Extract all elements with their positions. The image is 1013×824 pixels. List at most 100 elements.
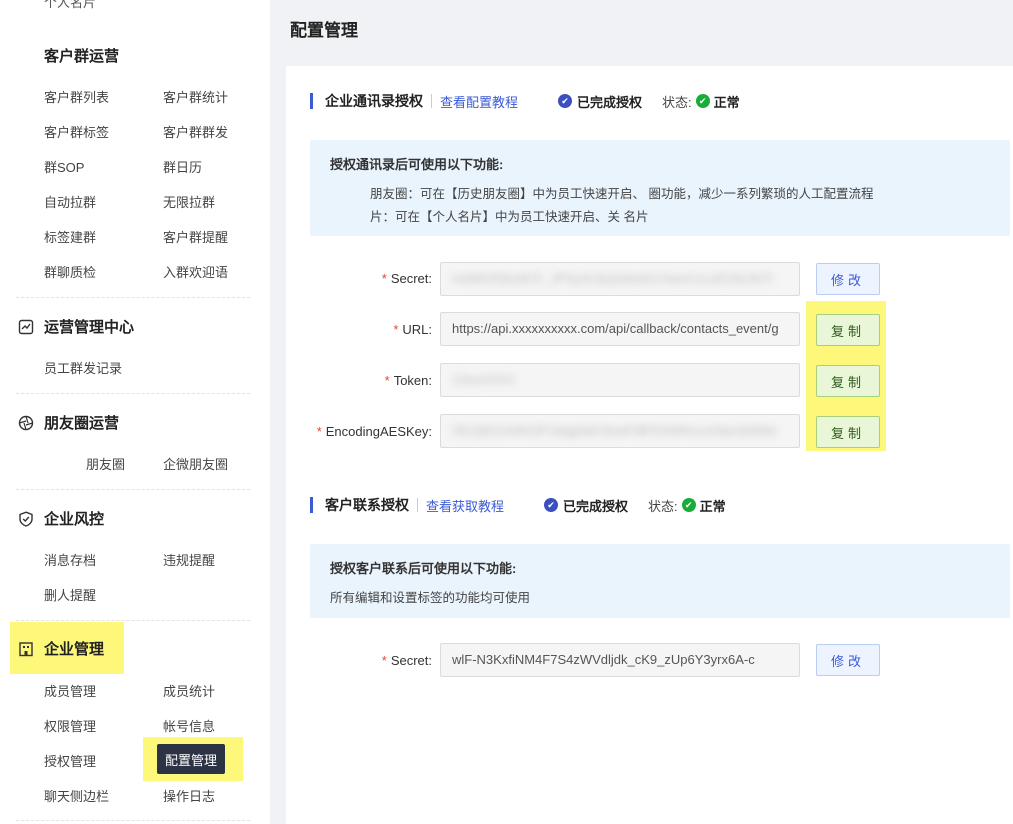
sidebar-item-violation[interactable]: 违规提醒 — [163, 550, 215, 569]
section-contacts-header: 企业通讯录授权 查看配置教程 ✔ 已完成授权 状态: ✔ 正常 — [310, 92, 740, 110]
status-value: 正常 — [713, 94, 740, 110]
sidebar-item-welcome[interactable]: 入群欢迎语 — [163, 262, 228, 281]
secret-value: mAWUFjKy9CF_JPSy3c3yQnbo81L5wuCvLslZ16L5… — [452, 271, 774, 286]
token-input[interactable]: 1ЗxxXXXX — [440, 363, 800, 397]
token-label: * Token: — [384, 373, 432, 388]
group-ops: 运营管理中心 — [16, 316, 134, 337]
sidebar-item-group-broadcast[interactable]: 客户群群发 — [163, 122, 228, 141]
status-label: 状态: — [662, 94, 692, 110]
sidebar-item-config-mgmt[interactable]: 配置管理 — [157, 744, 225, 774]
aperture-icon — [16, 413, 36, 433]
success-icon: ✔ — [695, 94, 710, 108]
customer-secret-label: * Secret: — [381, 653, 432, 668]
check-circle-icon: ✔ — [558, 94, 573, 108]
auth-done-badge: ✔ 已完成授权 — [558, 92, 642, 111]
group-risk: 企业风控 — [16, 508, 104, 529]
info-title: 授权客户联系后可使用以下功能: — [330, 561, 517, 576]
sidebar-item-group-calendar[interactable]: 群日历 — [163, 157, 202, 176]
auth-done-label: 已完成授权 — [563, 498, 629, 514]
section-title: 企业通讯录授权 — [325, 93, 423, 109]
info-line: 片：可在【个人名片】中为员工快速开启、关 名片 — [370, 210, 649, 224]
page-title: 配置管理 — [290, 21, 358, 40]
group-moments: 朋友圈运营 — [16, 412, 119, 433]
sidebar-item-member-mgmt[interactable]: 成员管理 — [44, 681, 96, 700]
page-header: 配置管理 — [270, 0, 1013, 66]
group-title-label: 企业风控 — [44, 511, 105, 528]
sidebar-item-group-tags[interactable]: 客户群标签 — [44, 122, 109, 141]
section-marker — [310, 93, 313, 109]
success-icon: ✔ — [681, 498, 696, 512]
sidebar-divider — [16, 489, 250, 490]
shield-icon — [16, 509, 36, 529]
sidebar-divider — [16, 297, 250, 298]
separator — [431, 94, 432, 108]
sidebar-divider — [16, 620, 250, 621]
sidebar-item-chat-sidebar[interactable]: 聊天侧边栏 — [44, 786, 109, 805]
sidebar-item-staff-broadcast[interactable]: 员工群发记录 — [44, 358, 122, 377]
fetch-tutorial-link[interactable]: 查看获取教程 — [426, 496, 504, 515]
sidebar-item-moments[interactable]: 朋友圈 — [86, 454, 125, 473]
sidebar-item-group-remind[interactable]: 客户群提醒 — [163, 227, 228, 246]
main-panel: 企业通讯录授权 查看配置教程 ✔ 已完成授权 状态: ✔ 正常 授权通讯录后可使… — [286, 66, 1013, 824]
sidebar-item-account-info[interactable]: 帐号信息 — [163, 716, 215, 735]
sidebar-item-unlimited-pull[interactable]: 无限拉群 — [163, 192, 215, 211]
copy-token-button[interactable]: 复制 — [816, 365, 880, 397]
group-enterprise: 企业管理 — [16, 638, 104, 659]
info-line: 朋友圈：可在【历史朋友圈】中为员工快速开启、 圈功能，减少一系列繁琐的人工配置流… — [370, 187, 874, 201]
sidebar-divider — [16, 820, 250, 821]
auth-done-badge: ✔ 已完成授权 — [544, 496, 628, 515]
aeskey-value: XfLQ6ZcHAKOF1dqg3alV3swFitBToSWhxxxGtpxQ… — [452, 423, 778, 438]
chart-icon — [16, 317, 36, 337]
customer-secret-input[interactable]: wlF-N3KxfiNM4F7S4zWVdljdk_cK9_zUp6Y3yrx6… — [440, 643, 800, 677]
sidebar-item-auth-mgmt[interactable]: 授权管理 — [44, 751, 96, 770]
sidebar-item-tag-group[interactable]: 标签建群 — [44, 227, 96, 246]
sidebar-item-op-log[interactable]: 操作日志 — [163, 786, 215, 805]
building-icon — [16, 639, 36, 659]
sidebar: 个人名片 客户群运营 客户群列表 客户群统计 客户群标签 客户群群发 群SOP … — [0, 0, 270, 824]
secret-input[interactable]: mAWUFjKy9CF_JPSy3c3yQnbo81L5wuCvLslZ16L5… — [440, 262, 800, 296]
group-title-label: 朋友圈运营 — [44, 415, 120, 432]
contacts-info-box: 授权通讯录后可使用以下功能: 朋友圈：可在【历史朋友圈】中为员工快速开启、 圈功… — [310, 140, 1010, 236]
section-marker — [310, 497, 313, 513]
group-customer-group: 客户群运营 — [16, 45, 119, 66]
check-circle-icon: ✔ — [544, 498, 559, 512]
sidebar-item-delete-remind[interactable]: 删人提醒 — [44, 585, 96, 604]
auth-done-label: 已完成授权 — [577, 94, 643, 110]
sidebar-item-group-sop[interactable]: 群SOP — [44, 157, 84, 176]
edit-customer-secret-button[interactable]: 修改 — [816, 644, 880, 676]
section-title: 客户联系授权 — [325, 497, 409, 513]
copy-aeskey-button[interactable]: 复制 — [816, 416, 880, 448]
sidebar-item-group-list[interactable]: 客户群列表 — [44, 87, 109, 106]
customer-secret-value: wlF-N3KxfiNM4F7S4zWVdljdk_cK9_zUp6Y3yrx6… — [452, 652, 755, 667]
sidebar-item-member-stats[interactable]: 成员统计 — [163, 681, 215, 700]
url-input[interactable]: https://api.xxxxxxxxxx.com/api/callback/… — [440, 312, 800, 346]
group-title-label: 运营管理中心 — [44, 319, 135, 336]
separator — [417, 498, 418, 512]
group-title-label: 企业管理 — [44, 641, 105, 658]
edit-secret-button[interactable]: 修改 — [816, 263, 880, 295]
copy-url-button[interactable]: 复制 — [816, 314, 880, 346]
status-indicator: 状态: ✔ 正常 — [648, 496, 726, 515]
config-tutorial-link[interactable]: 查看配置教程 — [440, 92, 518, 111]
customer-info-box: 授权客户联系后可使用以下功能: 所有编辑和设置标签的功能均可使用 — [310, 544, 1010, 618]
sidebar-item-permission[interactable]: 权限管理 — [44, 716, 96, 735]
status-indicator: 状态: ✔ 正常 — [662, 92, 740, 111]
url-label: * URL: — [393, 322, 432, 337]
info-title: 授权通讯录后可使用以下功能: — [330, 157, 504, 172]
sidebar-item-msg-archive[interactable]: 消息存档 — [44, 550, 96, 569]
section-customer-header: 客户联系授权 查看获取教程 ✔ 已完成授权 状态: ✔ 正常 — [310, 496, 726, 514]
status-label: 状态: — [648, 498, 678, 514]
sidebar-divider — [16, 393, 250, 394]
sidebar-item-cut[interactable]: 个人名片 — [44, 0, 96, 11]
aeskey-input[interactable]: XfLQ6ZcHAKOF1dqg3alV3swFitBToSWhxxxGtpxQ… — [440, 414, 800, 448]
group-title-label: 客户群运营 — [44, 48, 120, 65]
info-line: 所有编辑和设置标签的功能均可使用 — [330, 591, 531, 605]
aeskey-label: * EncodingAESKey: — [316, 424, 432, 439]
sidebar-item-group-stats[interactable]: 客户群统计 — [163, 87, 228, 106]
sidebar-item-wecom-moments[interactable]: 企微朋友圈 — [163, 454, 228, 473]
token-value: 1ЗxxXXXX — [452, 372, 515, 387]
secret-label: * Secret: — [381, 271, 432, 286]
sidebar-item-group-qc[interactable]: 群聊质检 — [44, 262, 96, 281]
sidebar-item-auto-pull[interactable]: 自动拉群 — [44, 192, 96, 211]
status-value: 正常 — [699, 498, 726, 514]
